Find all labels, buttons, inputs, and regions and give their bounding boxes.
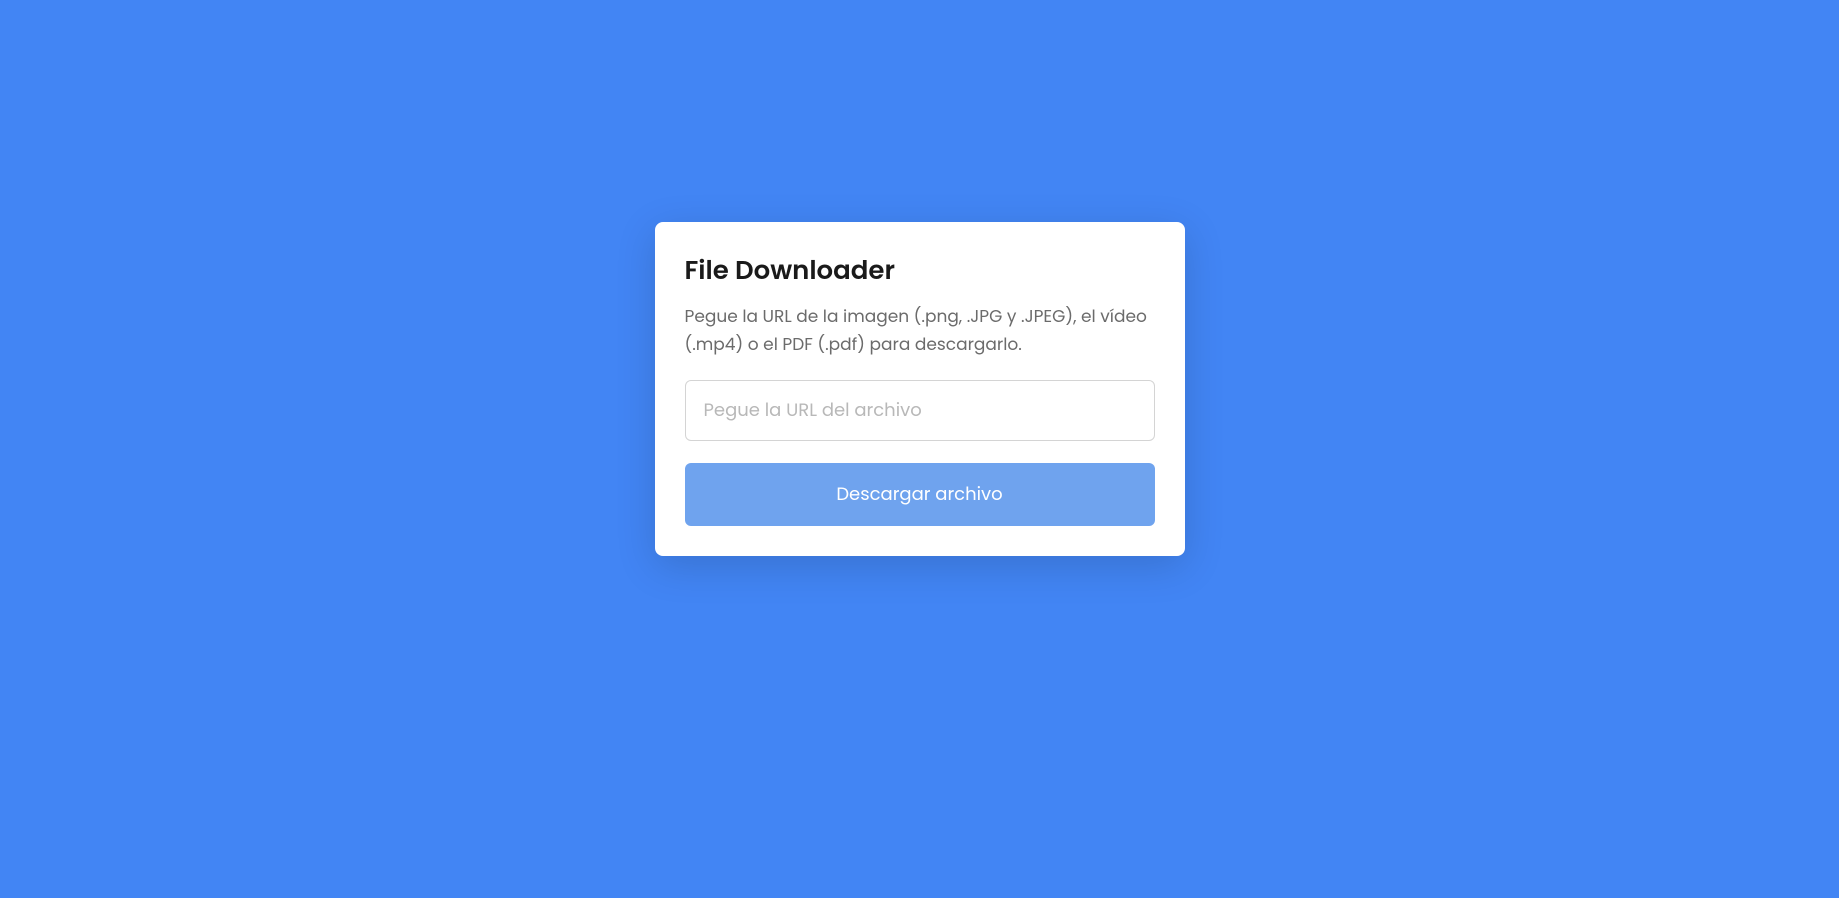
download-button[interactable]: Descargar archivo	[685, 463, 1155, 526]
downloader-card: File Downloader Pegue la URL de la image…	[655, 222, 1185, 555]
url-input[interactable]	[685, 380, 1155, 441]
card-description: Pegue la URL de la imagen (.png, .JPG y …	[685, 303, 1155, 357]
card-title: File Downloader	[685, 252, 1155, 291]
